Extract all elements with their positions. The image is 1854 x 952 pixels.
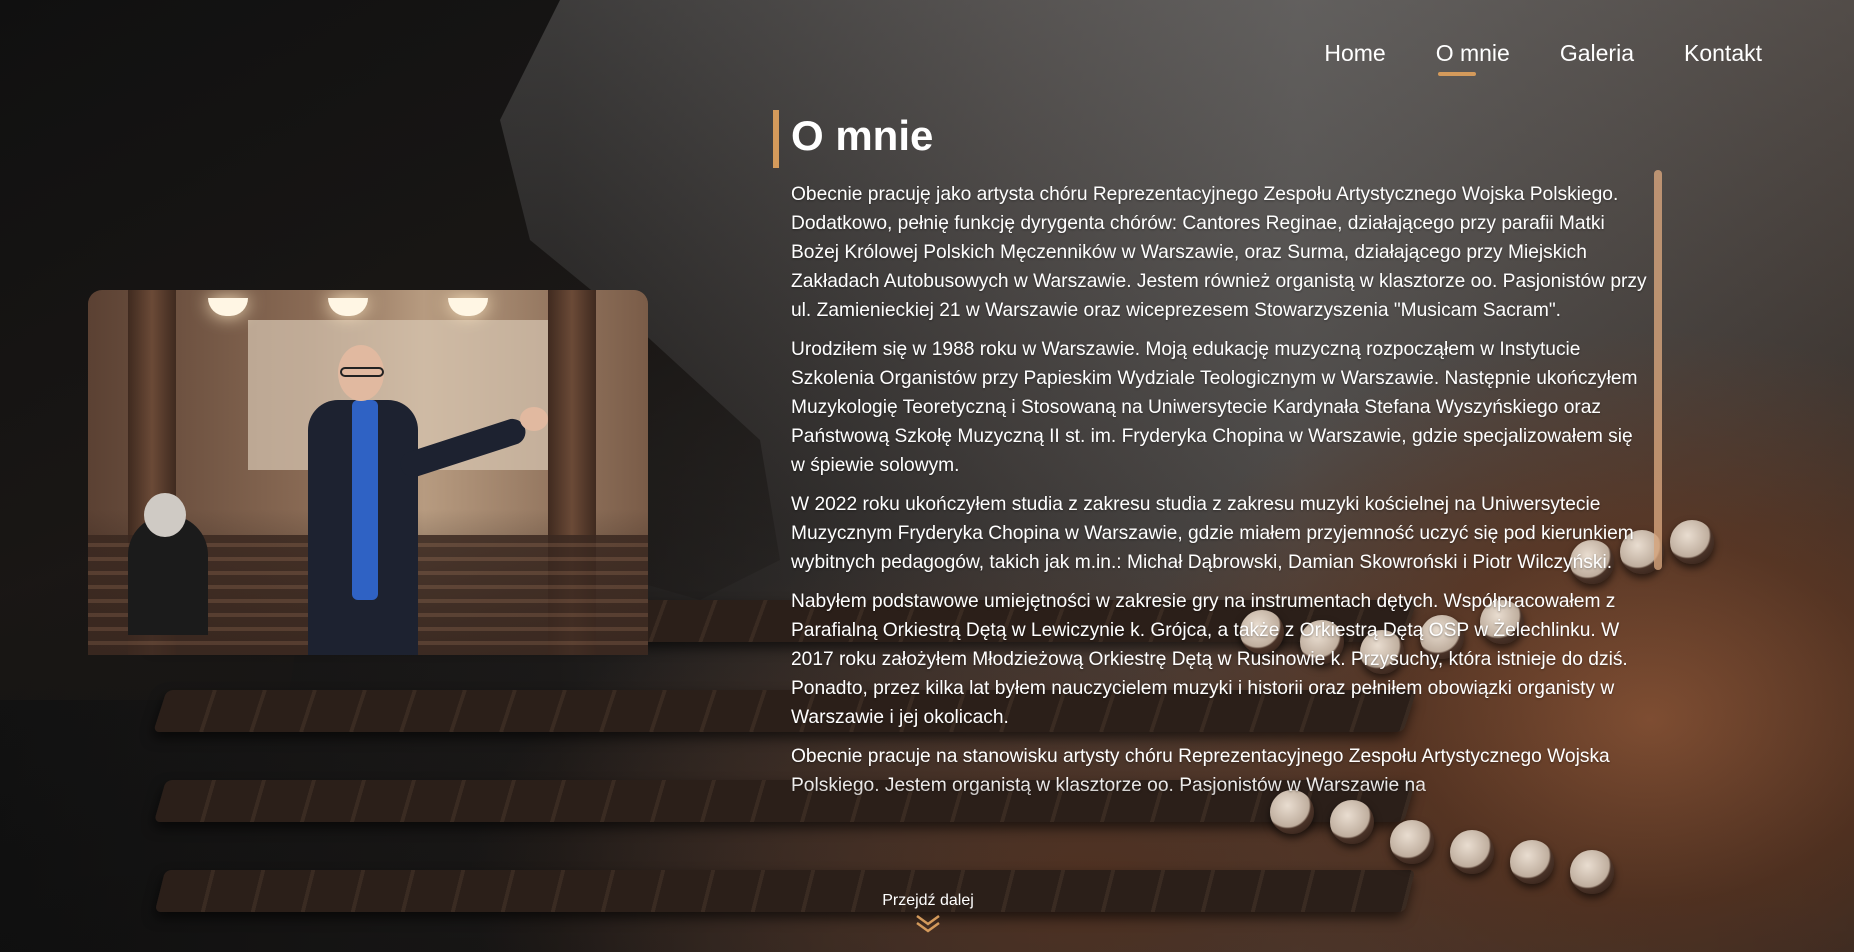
about-paragraph: Nabyłem podstawowe umiejętności w zakres… — [791, 591, 1628, 728]
about-paragraph: W 2022 roku ukończyłem studia z zakresu … — [791, 494, 1634, 573]
scrollbar-track[interactable] — [1654, 170, 1662, 570]
conductor-photo — [88, 290, 648, 655]
about-paragraph: Obecnie pracuję jako artysta chóru Repre… — [791, 184, 1647, 321]
scroll-down-button[interactable]: Przejdź dalej — [868, 892, 988, 934]
about-paragraph: Obecnie pracuje na stanowisku artysty ch… — [791, 746, 1610, 796]
conductor-figure — [288, 345, 548, 655]
scroll-down-label: Przejdź dalej — [882, 892, 974, 909]
nav-link-home[interactable]: Home — [1324, 40, 1385, 67]
about-text-scroll-area[interactable]: Obecnie pracuję jako artysta chóru Repre… — [791, 180, 1651, 844]
double-chevron-down-icon — [916, 914, 940, 933]
about-paragraph: Urodziłem się w 1988 roku w Warszawie. M… — [791, 339, 1638, 476]
main-navigation: Home O mnie Galeria Kontakt — [1324, 40, 1762, 76]
scrollbar-thumb[interactable] — [1654, 170, 1662, 570]
nav-link-o-mnie[interactable]: O mnie — [1436, 40, 1510, 76]
title-accent-bar — [773, 110, 779, 168]
page-title: O mnie — [791, 112, 934, 159]
nav-link-galeria[interactable]: Galeria — [1560, 40, 1634, 67]
nav-link-kontakt[interactable]: Kontakt — [1684, 40, 1762, 67]
